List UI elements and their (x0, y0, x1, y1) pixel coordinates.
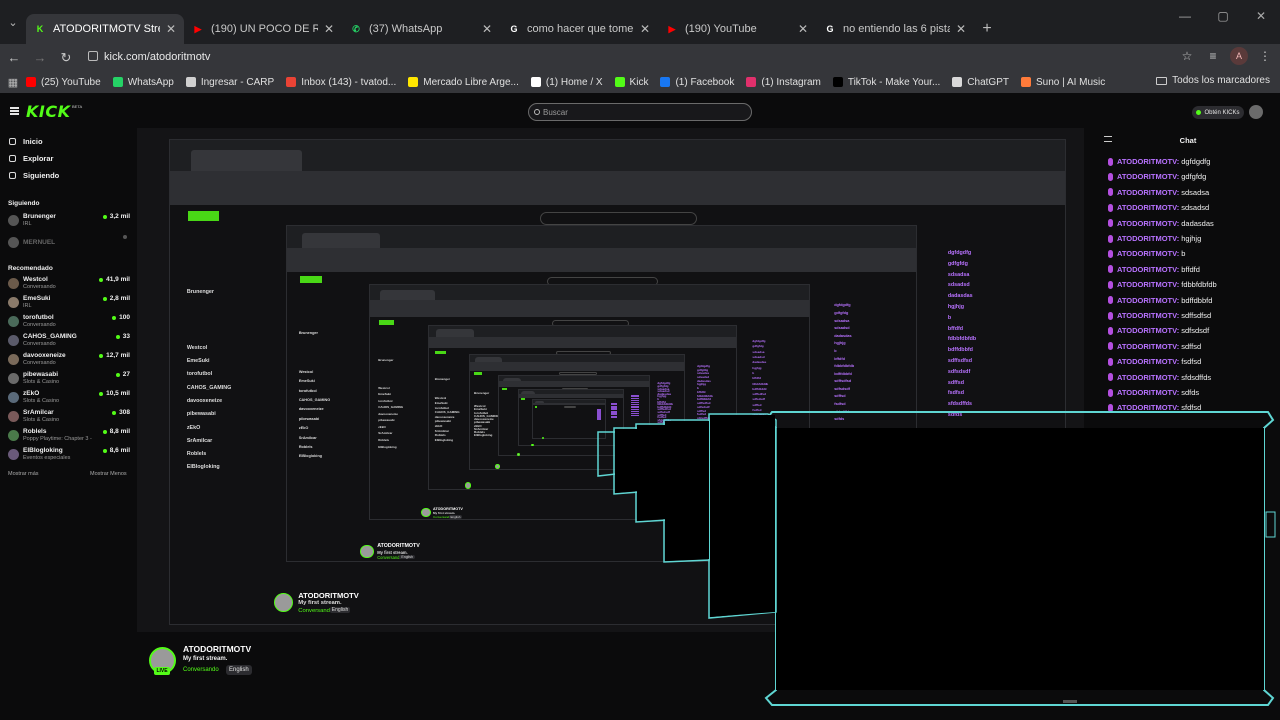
overlay-step-fills (615, 415, 775, 617)
scroll-indicator (1063, 700, 1077, 703)
overlay-frames (597, 411, 1276, 706)
overlay-panel-fill (776, 428, 1264, 690)
overlay-side-tab (1265, 511, 1276, 538)
screen: { "window_controls": {"min": "—", "max":… (0, 0, 1280, 720)
